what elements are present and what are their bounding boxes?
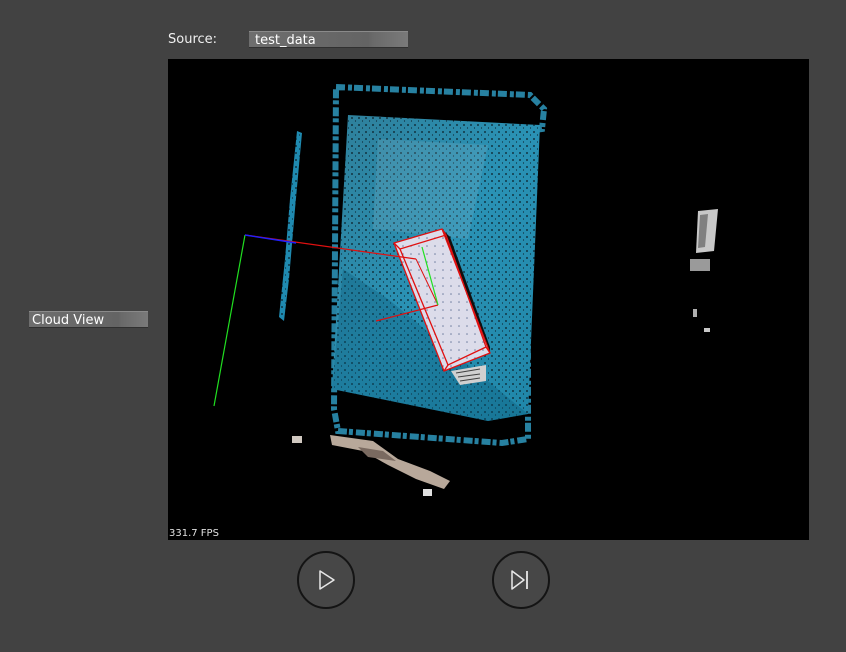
play-button[interactable] [297,551,355,609]
app-window: Source: test_data Cloud View 331.7 FPS [0,0,846,652]
play-icon [319,570,335,590]
point-cloud-viewport[interactable]: 331.7 FPS [168,59,809,540]
right-sparse-points [690,209,718,332]
view-mode-dropdown[interactable]: Cloud View [29,311,148,328]
source-dropdown[interactable]: test_data [249,31,408,48]
left-strip-points [279,131,302,321]
source-label: Source: [168,32,218,47]
point-cloud-render [213,83,718,496]
floor-points [292,435,450,496]
step-forward-button[interactable] [492,551,550,609]
step-forward-icon [511,570,528,590]
fps-counter: 331.7 FPS [169,528,219,539]
